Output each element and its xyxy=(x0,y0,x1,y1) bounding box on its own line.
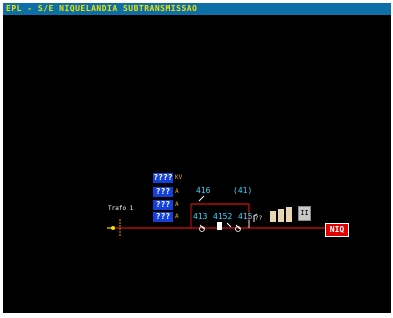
current-reading-1: ??? xyxy=(153,187,173,197)
voltage-reading: ???? xyxy=(153,173,173,183)
breaker-415[interactable]: 415 xyxy=(238,212,252,222)
voltage-unit: KV xyxy=(175,174,183,181)
transformer-label: Trafo 1 xyxy=(108,205,134,212)
scada-window: EPL - S/E NIQUELANDIA SUBTRANSMISSAO ???… xyxy=(3,3,391,313)
feeder-niq-button[interactable]: NIQ xyxy=(325,223,349,237)
bus-lines xyxy=(107,195,325,237)
arrester-icon xyxy=(253,213,258,222)
transformer-bank-icon xyxy=(270,207,292,222)
control-button[interactable]: II xyxy=(298,206,311,221)
title-bar: EPL - S/E NIQUELANDIA SUBTRANSMISSAO xyxy=(3,3,391,15)
breaker-icon[interactable] xyxy=(217,222,222,230)
breaker-416[interactable]: 416 xyxy=(196,186,210,196)
single-line-diagram: ???? KV ??? A ??? A ??? A Trafo 1 416 (4… xyxy=(3,15,391,313)
current-unit-2: A xyxy=(175,201,179,208)
window-title: EPL - S/E NIQUELANDIA SUBTRANSMISSAO xyxy=(6,4,198,13)
breaker-413[interactable]: 413 xyxy=(193,212,207,222)
current-reading-2: ??? xyxy=(153,200,173,210)
breaker-4152[interactable]: 4152 xyxy=(213,212,232,222)
breaker-41[interactable]: (41) xyxy=(233,186,252,196)
current-unit-3: A xyxy=(175,213,179,220)
current-unit-1: A xyxy=(175,188,179,195)
current-reading-3: ??? xyxy=(153,212,173,222)
